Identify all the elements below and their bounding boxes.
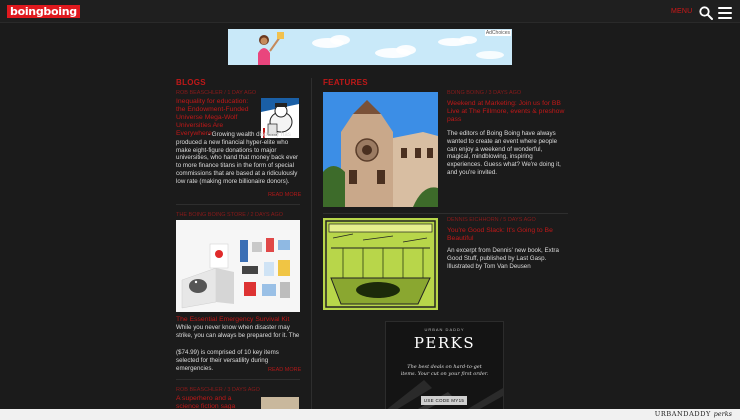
blog-item-meta[interactable]: ROB BEASCHLER / 3 DAYS AGO — [176, 387, 260, 393]
hamburger-menu-icon[interactable] — [718, 7, 732, 19]
feature-item-excerpt: The editors of Boing Boing have always w… — [447, 130, 561, 176]
blog-item-meta[interactable]: ROB BEASCHLER / 1 DAY AGO — [176, 90, 256, 96]
feature-building-photo — [323, 92, 438, 207]
feature-item-meta[interactable]: BOING BOING / 3 DAYS AGO — [447, 90, 521, 96]
feature-item-headline[interactable]: You're Good Slack: It's Going to Be Beau… — [447, 227, 567, 243]
top-navigation-bar: boingboing MENU — [0, 0, 740, 23]
menu-label[interactable]: MENU — [671, 8, 692, 15]
feature-item-meta[interactable]: DENNIS EICHHORN / 5 DAYS AGO — [447, 217, 536, 223]
read-more-link[interactable]: READ MORE — [268, 367, 301, 373]
feature-item-thumbnail[interactable] — [323, 218, 438, 310]
search-icon[interactable] — [699, 6, 713, 20]
blog-item-separator — [176, 204, 300, 205]
blog-item-thumbnail[interactable] — [176, 220, 300, 312]
ad-title: PERKS — [413, 334, 476, 352]
feature-item-thumbnail[interactable] — [323, 92, 438, 207]
blog-item-thumbnail[interactable] — [261, 397, 299, 409]
blog-item-excerpt: While you never know when disaster may s… — [176, 324, 300, 339]
feature-comic-illustration — [323, 218, 438, 310]
blog-item-meta[interactable]: THE BOING BOING STORE / 2 DAYS AGO — [176, 212, 283, 218]
feature-item-headline[interactable]: Weekend at Marketing: Join us for BB Liv… — [447, 100, 567, 124]
blogs-section-title: BLOGS — [176, 78, 206, 87]
feature-item-excerpt: An excerpt from Dennis' new book, Extra … — [447, 247, 559, 270]
ad-tagline: The best deals on hard-to-get items. You… — [400, 364, 489, 377]
footer-brand-suffix: perks — [713, 410, 732, 418]
banner-ad-illustration — [228, 29, 512, 65]
footer-brand[interactable]: URBANDADDY perks — [655, 410, 732, 418]
ad-cta-button[interactable]: USE CODE MY15 — [421, 396, 467, 405]
ad-brand-small: URBAN DADDY — [424, 327, 465, 332]
blog-item-separator — [176, 379, 300, 380]
column-divider — [311, 78, 312, 418]
feature-item-separator — [323, 213, 568, 214]
ad-choices-label[interactable]: AdChoices — [484, 30, 511, 36]
read-more-link[interactable]: READ MORE — [268, 192, 301, 198]
logo-text: boingboing — [7, 5, 80, 18]
banner-ad[interactable]: AdChoices — [228, 29, 512, 65]
footer-brand-name: URBANDADDY — [654, 410, 711, 418]
blog-item-excerpt: - Growing wealth disparity has produced … — [176, 131, 299, 185]
survival-kit-product-image — [176, 220, 300, 312]
sidebar-ad[interactable]: URBAN DADDY PERKS The best deals on hard… — [385, 321, 504, 411]
features-section-title: FEATURES — [323, 78, 368, 87]
site-logo[interactable]: boingboing — [7, 5, 80, 18]
footer-bar: URBANDADDY perks — [0, 409, 740, 420]
blog-item-headline[interactable]: The Essential Emergency Survival Kit — [176, 316, 300, 324]
